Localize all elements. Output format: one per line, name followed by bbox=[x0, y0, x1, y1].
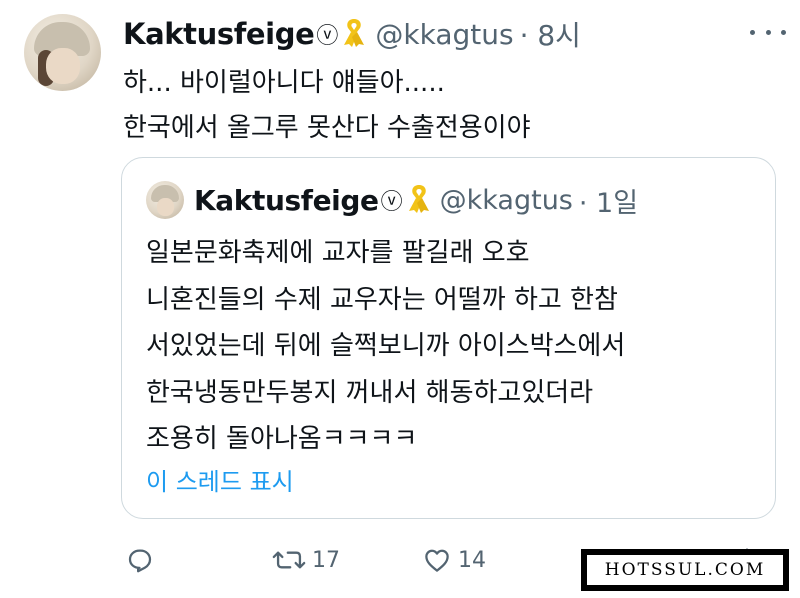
retweet-count: 17 bbox=[312, 547, 340, 573]
quoted-tweet-header: Kaktusfeige ⓥ @kkagtus · 1일 bbox=[194, 180, 638, 220]
yellow-ribbon-icon bbox=[341, 16, 367, 52]
quoted-author-avatar bbox=[146, 181, 184, 219]
author-name[interactable]: Kaktusfeige bbox=[123, 17, 315, 51]
like-count: 14 bbox=[458, 547, 486, 573]
v-mark-icon: ⓥ bbox=[380, 190, 403, 215]
quoted-text-line: 일본문화축제에 교자를 팔길래 오호 bbox=[146, 238, 530, 268]
retweet-button[interactable]: 17 bbox=[272, 538, 340, 582]
reply-icon bbox=[125, 545, 155, 575]
watermark: HOTSSUL.COM bbox=[581, 549, 789, 591]
quoted-text-line: 니혼진들의 수제 교우자는 어떨까 하고 한참 bbox=[146, 284, 618, 315]
quoted-tweet[interactable]: Kaktusfeige ⓥ @kkagtus · 1일 일본문화축제에 교자를 … bbox=[121, 157, 776, 519]
reply-button[interactable] bbox=[125, 538, 155, 582]
avatar-face bbox=[46, 48, 80, 84]
avatar-face bbox=[157, 198, 174, 216]
tweet-text-line-1: 하... 바이럴아니다 얘들아..... bbox=[123, 68, 445, 98]
tweet-text-line-2: 한국에서 올그루 못산다 수출전용이야 bbox=[123, 113, 531, 143]
show-thread-link[interactable]: 이 스레드 표시 bbox=[146, 462, 294, 497]
quoted-tweet-time: · 1일 bbox=[578, 187, 639, 219]
author-avatar[interactable] bbox=[24, 14, 101, 91]
v-mark-icon: ⓥ bbox=[316, 24, 339, 49]
yellow-ribbon-icon bbox=[406, 182, 432, 218]
author-handle[interactable]: @kkagtus bbox=[375, 18, 513, 51]
quoted-text-line: 서있었는데 뒤에 슬쩍보니까 아이스박스에서 bbox=[146, 331, 626, 361]
like-icon bbox=[422, 545, 452, 575]
quoted-text-line: 한국냉동만두봉지 꺼내서 해동하고있더라 bbox=[146, 377, 594, 408]
tweet-header: Kaktusfeige ⓥ @kkagtus · 8시 bbox=[123, 14, 581, 54]
like-button[interactable]: 14 bbox=[422, 538, 486, 582]
more-icon[interactable] bbox=[750, 22, 786, 42]
quoted-author-handle: @kkagtus bbox=[439, 184, 573, 216]
retweet-icon bbox=[272, 545, 306, 575]
watermark-text: HOTSSUL.COM bbox=[587, 555, 783, 585]
quoted-tweet-body: 일본문화축제에 교자를 팔길래 오호 니혼진들의 수제 교우자는 어떨까 하고 … bbox=[146, 230, 625, 463]
quoted-text-line: 조용히 돌아나옴ㅋㅋㅋㅋ bbox=[146, 424, 418, 454]
tweet-time[interactable]: · 8시 bbox=[520, 14, 581, 54]
quoted-author-name: Kaktusfeige bbox=[194, 183, 379, 217]
